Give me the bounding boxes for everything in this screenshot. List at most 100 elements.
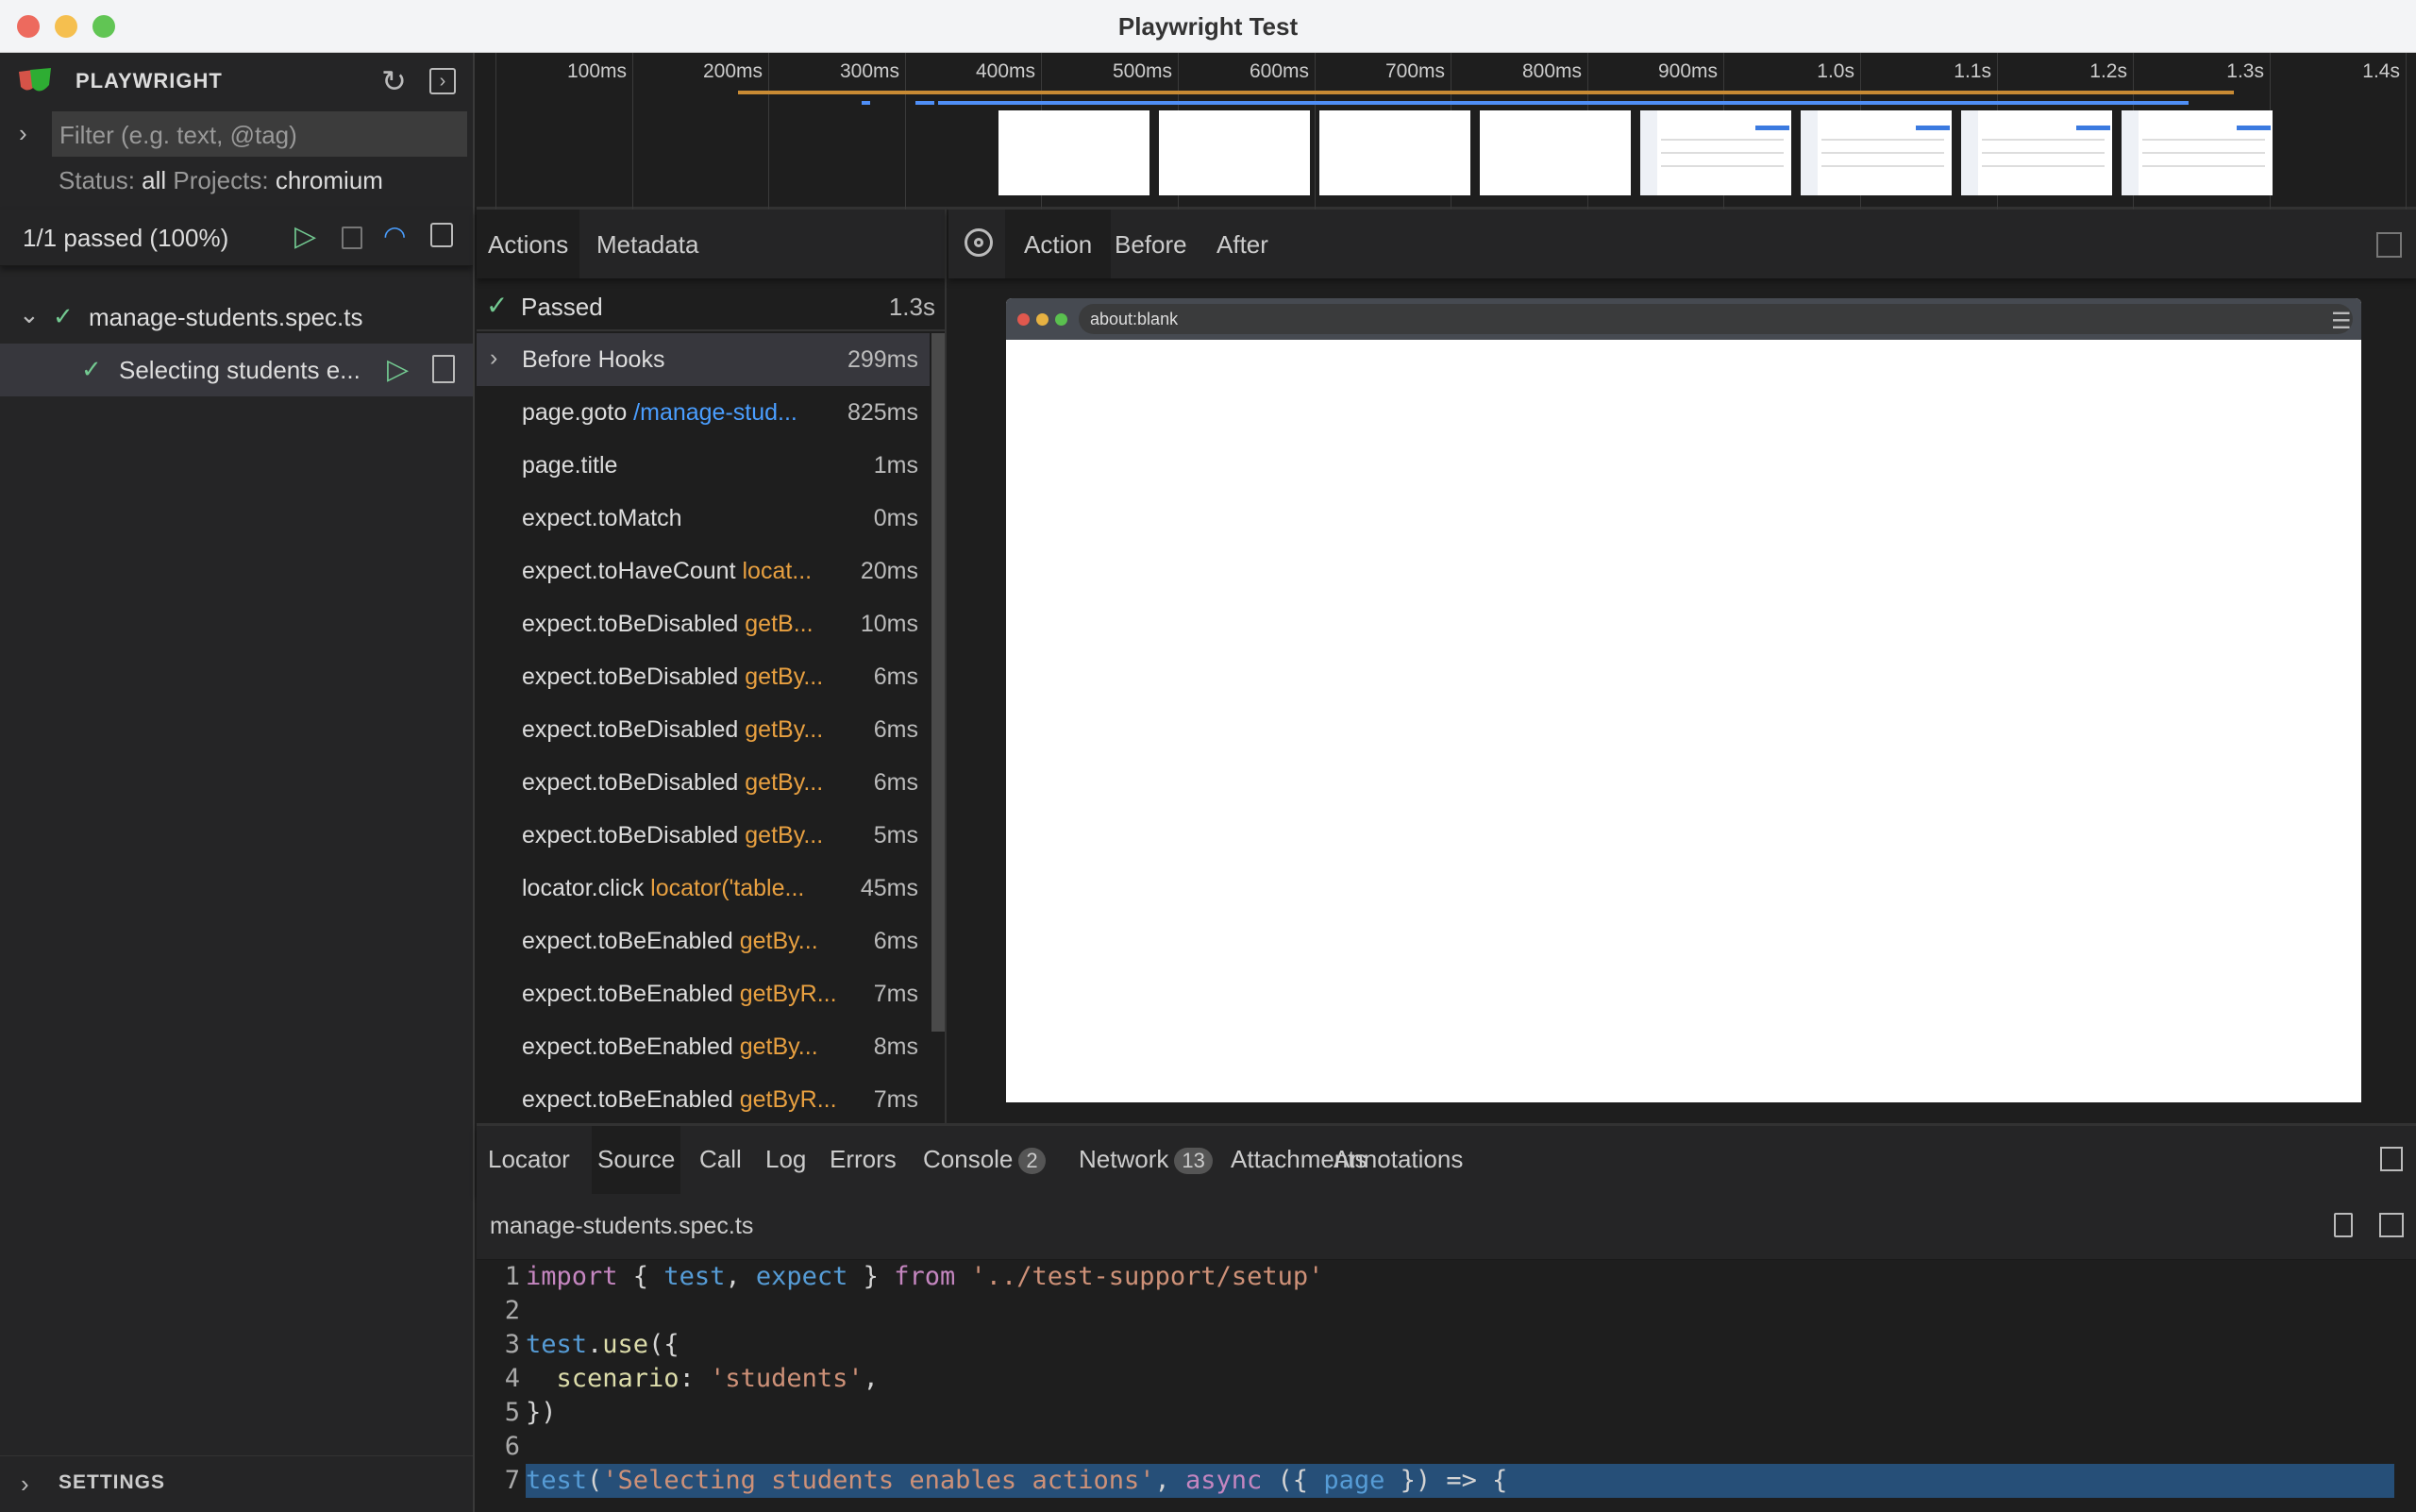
action-item[interactable]: expect.toBeDisabled getB... 10ms: [477, 597, 930, 650]
run-summary: 1/1 passed (100%): [23, 224, 229, 252]
action-item[interactable]: › Before Hooks 299ms: [477, 333, 930, 386]
timeline-filmstrip-thumbnail[interactable]: [1319, 110, 1470, 195]
action-name: expect.toBeDisabled getBy...: [522, 769, 824, 796]
browser-minimize-dot-icon: [1036, 313, 1049, 326]
status-value[interactable]: all: [142, 166, 166, 194]
tab-source[interactable]: Source: [592, 1126, 681, 1194]
action-name: expect.toBeEnabled getBy...: [522, 1033, 818, 1060]
filter-expand-chevron-icon[interactable]: ›: [19, 121, 27, 145]
timeline-tick-label: 600ms: [1249, 60, 1309, 82]
timeline[interactable]: 100ms 200ms 300ms 400ms 500ms 600ms 700ms 800ms…: [477, 53, 2416, 210]
reload-icon[interactable]: ↻: [381, 66, 407, 96]
action-argument: getBy...: [745, 664, 824, 690]
run-summary-bar: 1/1 passed (100%) ▷ ◠: [0, 210, 473, 266]
action-item[interactable]: expect.toBeDisabled getBy... 6ms: [477, 703, 930, 756]
result-label: Passed: [521, 293, 603, 321]
timeline-tick-label: 1.0s: [1817, 60, 1854, 82]
projects-value[interactable]: chromium: [276, 166, 383, 194]
tab-log[interactable]: Log: [760, 1126, 812, 1194]
line-number: 3: [504, 1330, 520, 1359]
stop-icon[interactable]: [342, 227, 362, 249]
tab-actions[interactable]: Actions: [477, 210, 580, 278]
action-name: expect.toBeEnabled getByR...: [522, 981, 837, 1007]
open-source-icon[interactable]: [432, 355, 455, 383]
timeline-tick-label: 800ms: [1521, 60, 1582, 82]
source-code: 1 import { test, expect } from '../test-s…: [477, 1260, 2416, 1498]
result-row: ✓ Passed 1.3s: [477, 278, 947, 331]
timeline-filmstrip-thumbnail[interactable]: [1480, 110, 1631, 195]
action-item[interactable]: expect.toBeDisabled getBy... 5ms: [477, 809, 930, 862]
action-duration: 20ms: [860, 558, 918, 584]
tab-label: Errors: [830, 1145, 897, 1173]
sidebar-header: PLAYWRIGHT ↻ ›: [0, 53, 473, 109]
action-duration: 5ms: [873, 822, 918, 848]
filter-status[interactable]: Status: all Projects: chromium: [59, 166, 383, 195]
tab-locator[interactable]: Locator: [482, 1126, 576, 1194]
action-item[interactable]: expect.toBeEnabled getByR... 7ms: [477, 1073, 930, 1123]
action-item[interactable]: expect.toBeDisabled getBy... 6ms: [477, 756, 930, 809]
timeline-tick-label: 300ms: [839, 60, 899, 82]
tree-item-test[interactable]: ✓ Selecting students e... ▷: [0, 344, 473, 396]
toggle-layout-icon[interactable]: [2380, 1147, 2403, 1171]
toggle-output-icon[interactable]: ›: [429, 68, 456, 94]
tab-call[interactable]: Call: [694, 1126, 747, 1194]
tab-errors[interactable]: Errors: [824, 1126, 902, 1194]
action-item[interactable]: expect.toBeEnabled getBy... 8ms: [477, 1020, 930, 1073]
timeline-gridline: [632, 53, 633, 210]
watch-eye-icon[interactable]: ◠: [383, 223, 406, 249]
tab-label: Network: [1079, 1145, 1169, 1173]
tree-item-file[interactable]: ⌄ ✓ manage-students.spec.ts: [0, 291, 473, 344]
action-item[interactable]: expect.toMatch 0ms: [477, 492, 930, 545]
line-number: 1: [504, 1262, 520, 1291]
window-title: Playwright Test: [1117, 12, 1299, 41]
filter-input[interactable]: Filter (e.g. text, @tag): [52, 111, 467, 157]
tab-metadata[interactable]: Metadata: [585, 210, 710, 278]
open-external-icon[interactable]: [2379, 1213, 2404, 1237]
tab-action[interactable]: Action: [1005, 210, 1112, 278]
run-all-icon[interactable]: ▷: [294, 223, 316, 251]
action-name: expect.toHaveCount locat...: [522, 558, 813, 584]
action-duration: 825ms: [847, 399, 918, 426]
chevron-right-icon[interactable]: ›: [490, 344, 497, 372]
timeline-tick-label: 1.2s: [2089, 60, 2127, 82]
copy-icon[interactable]: [2334, 1213, 2353, 1237]
timeline-filmstrip-thumbnail[interactable]: [2122, 110, 2273, 195]
settings-section[interactable]: › SETTINGS: [0, 1455, 473, 1508]
pick-locator-icon[interactable]: [965, 228, 993, 257]
chevron-right-icon[interactable]: ›: [21, 1470, 29, 1499]
result-duration: 1.3s: [888, 293, 935, 321]
action-item[interactable]: expect.toBeEnabled getBy... 6ms: [477, 915, 930, 967]
timeline-tick-label: 1.3s: [2226, 60, 2264, 82]
open-snapshot-external-icon[interactable]: [2376, 232, 2402, 258]
tab-after[interactable]: After: [1205, 210, 1280, 278]
action-item[interactable]: expect.toHaveCount locat... 20ms: [477, 545, 930, 597]
timeline-filmstrip-thumbnail[interactable]: [1961, 110, 2112, 195]
action-item[interactable]: locator.click locator('table... 45ms: [477, 862, 930, 915]
collapse-all-icon[interactable]: [430, 223, 453, 247]
browser-menu-icon: ☰: [2331, 309, 2352, 334]
timeline-filmstrip-thumbnail[interactable]: [998, 110, 1149, 195]
tab-console[interactable]: Console 2: [917, 1126, 1051, 1194]
timeline-filmstrip-thumbnail[interactable]: [1159, 110, 1310, 195]
playwright-logo-icon: [19, 68, 51, 92]
timeline-tick-label: 100ms: [566, 60, 627, 82]
timeline-tick-label: 400ms: [975, 60, 1035, 82]
tab-network[interactable]: Network 13: [1073, 1126, 1218, 1194]
action-duration: 7ms: [873, 981, 918, 1007]
timeline-tick-label: 500ms: [1112, 60, 1172, 82]
tab-before[interactable]: Before: [1103, 210, 1199, 278]
snapshot-tabs: Action Before After: [948, 210, 2416, 278]
timeline-filmstrip-thumbnail[interactable]: [1640, 110, 1791, 195]
action-item[interactable]: page.goto /manage-stud... 825ms: [477, 386, 930, 439]
action-duration: 6ms: [873, 928, 918, 954]
action-item[interactable]: expect.toBeEnabled getByR... 7ms: [477, 967, 930, 1020]
action-item[interactable]: page.title 1ms: [477, 439, 930, 492]
chevron-down-icon[interactable]: ⌄: [19, 300, 40, 329]
timeline-filmstrip-thumbnail[interactable]: [1801, 110, 1952, 195]
action-duration: 45ms: [860, 875, 918, 901]
run-test-icon[interactable]: ▷: [387, 353, 409, 386]
tab-annotations[interactable]: Annotations: [1328, 1126, 1468, 1194]
action-list-scrollbar[interactable]: [931, 333, 945, 1032]
action-list[interactable]: › Before Hooks 299ms page.goto /manage-stu…: [477, 333, 947, 1123]
action-item[interactable]: expect.toBeDisabled getBy... 6ms: [477, 650, 930, 703]
